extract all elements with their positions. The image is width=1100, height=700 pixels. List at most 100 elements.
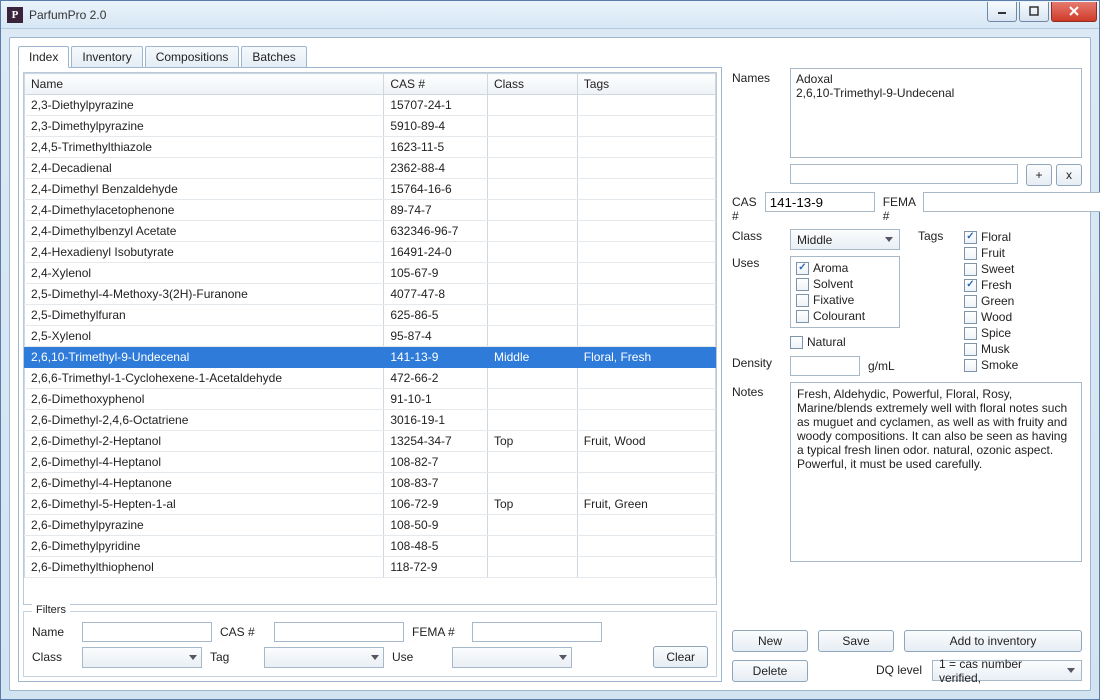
table-row[interactable]: 2,3-Diethylpyrazine15707-24-1 (25, 95, 716, 116)
table-row[interactable]: 2,4-Dimethylacetophenone89-74-7 (25, 200, 716, 221)
tag-floral[interactable]: ✓Floral (964, 229, 1072, 245)
table-row[interactable]: 2,4-Dimethyl Benzaldehyde15764-16-6 (25, 179, 716, 200)
table-row[interactable]: 2,4-Hexadienyl Isobutyrate16491-24-0 (25, 242, 716, 263)
tag-sweet[interactable]: Sweet (964, 261, 1072, 277)
ingredients-scroll[interactable]: NameCAS #ClassTags 2,3-Diethylpyrazine15… (24, 73, 716, 604)
table-row[interactable]: 2,4,5-Trimethylthiazole1623-11-5 (25, 137, 716, 158)
natural-label: Natural (807, 334, 846, 350)
col-class[interactable]: Class (487, 74, 577, 95)
table-row[interactable]: 2,4-Dimethylbenzyl Acetate632346-96-7 (25, 221, 716, 242)
filters-group: Filters Name CAS # FEMA # Class Tag (23, 611, 717, 677)
table-row[interactable]: 2,6-Dimethyl-4-Heptanol108-82-7 (25, 452, 716, 473)
tag-green[interactable]: Green (964, 293, 1072, 309)
minimize-button[interactable] (987, 2, 1017, 22)
class-label: Class (732, 229, 782, 250)
table-row[interactable]: 2,6-Dimethylpyridine108-48-5 (25, 536, 716, 557)
table-row[interactable]: 2,6-Dimethyl-2,4,6-Octatriene3016-19-1 (25, 410, 716, 431)
table-row[interactable]: 2,5-Dimethylfuran625-86-5 (25, 305, 716, 326)
name-add-button[interactable]: + (1026, 164, 1052, 186)
filter-class-combo[interactable] (82, 647, 202, 668)
table-row[interactable]: 2,3-Dimethylpyrazine5910-89-4 (25, 116, 716, 137)
filter-tag-label: Tag (210, 650, 256, 664)
tab-index[interactable]: Index (18, 46, 69, 68)
table-row[interactable]: 2,6-Dimethoxyphenol91-10-1 (25, 389, 716, 410)
save-button[interactable]: Save (818, 630, 894, 652)
filter-use-label: Use (392, 650, 444, 664)
class-select[interactable]: Middle (790, 229, 900, 250)
dq-label: DQ level (876, 660, 922, 682)
tag-fruit[interactable]: Fruit (964, 245, 1072, 261)
table-row[interactable]: 2,6-Dimethyl-5-Hepten-1-al106-72-9TopFru… (25, 494, 716, 515)
close-button[interactable] (1051, 2, 1097, 22)
dq-select-value: 1 = cas number verified, (939, 657, 1063, 685)
table-row[interactable]: 2,6,10-Trimethyl-9-Undecenal141-13-9Midd… (25, 347, 716, 368)
chevron-down-icon (371, 655, 379, 660)
table-row[interactable]: 2,6-Dimethylpyrazine108-50-9 (25, 515, 716, 536)
delete-button[interactable]: Delete (732, 660, 808, 682)
chevron-down-icon (885, 237, 893, 242)
use-aroma[interactable]: ✓Aroma (796, 260, 894, 276)
new-button[interactable]: New (732, 630, 808, 652)
tab-strip: IndexInventoryCompositionsBatches (18, 46, 722, 68)
filter-cas-input[interactable] (274, 622, 404, 642)
table-row[interactable]: 2,4-Decadienal2362-88-4 (25, 158, 716, 179)
chevron-down-icon (1067, 668, 1075, 673)
filters-legend: Filters (32, 604, 70, 616)
name-entry-input[interactable] (790, 164, 1018, 184)
tag-spice[interactable]: Spice (964, 325, 1072, 341)
filter-use-combo[interactable] (452, 647, 572, 668)
cas-input[interactable] (765, 192, 875, 212)
table-row[interactable]: 2,6-Dimethylthiophenol118-72-9 (25, 557, 716, 578)
filter-name-label: Name (32, 625, 74, 639)
density-input[interactable] (790, 356, 860, 376)
chevron-down-icon (559, 655, 567, 660)
table-row[interactable]: 2,5-Xylenol95-87-4 (25, 326, 716, 347)
app-icon: P (7, 7, 23, 23)
tag-wood[interactable]: Wood (964, 309, 1072, 325)
col-tags[interactable]: Tags (577, 74, 715, 95)
app-window: P ParfumPro 2.0 IndexInventoryCompositio… (0, 0, 1100, 700)
window-title: ParfumPro 2.0 (29, 8, 985, 22)
table-row[interactable]: 2,6-Dimethyl-4-Heptanone108-83-7 (25, 473, 716, 494)
filter-name-input[interactable] (82, 622, 212, 642)
tag-musk[interactable]: Musk (964, 341, 1072, 357)
table-row[interactable]: 2,6,6-Trimethyl-1-Cyclohexene-1-Acetalde… (25, 368, 716, 389)
ingredients-table-wrap: NameCAS #ClassTags 2,3-Diethylpyrazine15… (23, 72, 717, 605)
density-unit: g/mL (868, 356, 895, 376)
tags-list: ✓FloralFruitSweet✓FreshGreenWoodSpiceMus… (962, 229, 1072, 373)
chevron-down-icon (189, 655, 197, 660)
tab-inventory[interactable]: Inventory (71, 46, 142, 68)
notes-textarea[interactable]: Fresh, Aldehydic, Powerful, Floral, Rosy… (790, 382, 1082, 562)
col-name[interactable]: Name (25, 74, 384, 95)
natural-checkbox[interactable]: Natural (790, 334, 846, 350)
uses-label: Uses (732, 256, 782, 270)
fema-input[interactable] (923, 192, 1100, 212)
table-row[interactable]: 2,5-Dimethyl-4-Methoxy-3(2H)-Furanone407… (25, 284, 716, 305)
filter-fema-input[interactable] (472, 622, 602, 642)
tag-smoke[interactable]: Smoke (964, 357, 1072, 373)
filter-class-label: Class (32, 650, 74, 664)
col-cas-[interactable]: CAS # (384, 74, 488, 95)
filter-fema-label: FEMA # (412, 625, 464, 639)
maximize-button[interactable] (1019, 2, 1049, 22)
cas-label: CAS # (732, 192, 757, 223)
use-solvent[interactable]: Solvent (796, 276, 894, 292)
filter-tag-combo[interactable] (264, 647, 384, 668)
add-to-inventory-button[interactable]: Add to inventory (904, 630, 1082, 652)
table-row[interactable]: 2,6-Dimethyl-2-Heptanol13254-34-7TopFrui… (25, 431, 716, 452)
filter-clear-button[interactable]: Clear (653, 646, 708, 668)
dq-select[interactable]: 1 = cas number verified, (932, 660, 1082, 681)
name-remove-button[interactable]: x (1056, 164, 1082, 186)
left-column: IndexInventoryCompositionsBatches NameCA… (18, 46, 722, 682)
names-textarea[interactable]: Adoxal 2,6,10-Trimethyl-9-Undecenal (790, 68, 1082, 158)
filter-cas-label: CAS # (220, 625, 266, 639)
table-row[interactable]: 2,4-Xylenol105-67-9 (25, 263, 716, 284)
ingredients-table[interactable]: NameCAS #ClassTags 2,3-Diethylpyrazine15… (24, 73, 716, 578)
use-fixative[interactable]: Fixative (796, 292, 894, 308)
use-colourant[interactable]: Colourant (796, 308, 894, 324)
tag-fresh[interactable]: ✓Fresh (964, 277, 1072, 293)
tab-batches[interactable]: Batches (241, 46, 306, 68)
titlebar: P ParfumPro 2.0 (1, 1, 1099, 29)
tab-compositions[interactable]: Compositions (145, 46, 240, 68)
density-label: Density (732, 356, 782, 376)
